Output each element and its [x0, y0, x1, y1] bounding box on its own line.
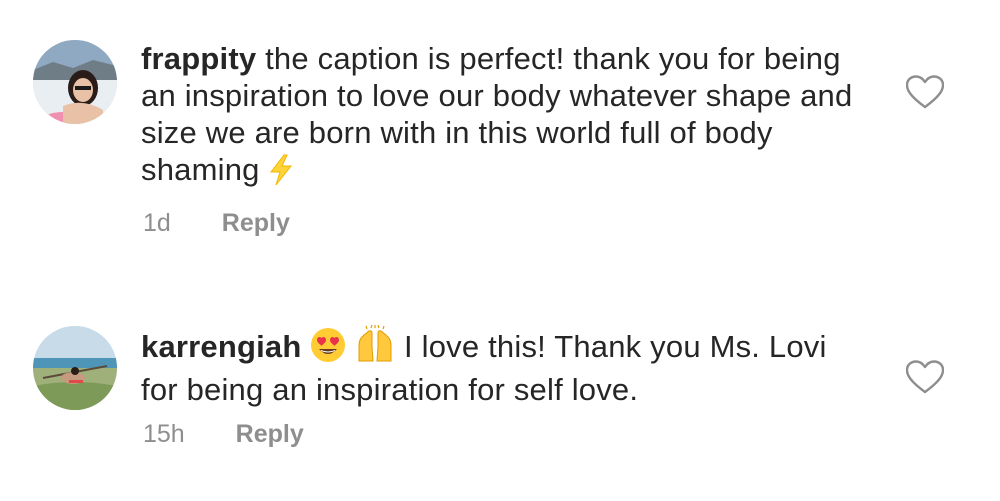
raising-hands-emoji	[355, 324, 395, 371]
reply-button[interactable]: Reply	[222, 209, 290, 238]
like-heart-icon[interactable]	[905, 75, 945, 109]
comment-username[interactable]: karrengiah	[141, 329, 302, 364]
comment-timestamp: 1d	[143, 209, 171, 237]
comment-timestamp: 15h	[143, 420, 185, 448]
avatar-image	[33, 40, 117, 124]
comment-username[interactable]: frappity	[141, 41, 256, 76]
comment-meta: 1d Reply	[143, 209, 290, 238]
heart-eyes-emoji	[310, 327, 346, 371]
reply-button[interactable]: Reply	[236, 420, 304, 449]
avatar-image	[33, 326, 117, 410]
avatar[interactable]	[33, 326, 117, 410]
lightning-emoji	[268, 154, 294, 194]
like-heart-icon[interactable]	[905, 360, 945, 394]
comment-item: karrengiah I love this! Thank you Ms. Lo…	[0, 300, 1000, 501]
comment-body: karrengiah I love this! Thank you Ms. Lo…	[141, 324, 871, 408]
avatar[interactable]	[33, 40, 117, 124]
comment-body: frappity the caption is perfect! thank y…	[141, 40, 871, 194]
comment-meta: 15h Reply	[143, 420, 304, 449]
comment-item: frappity the caption is perfect! thank y…	[0, 0, 1000, 270]
